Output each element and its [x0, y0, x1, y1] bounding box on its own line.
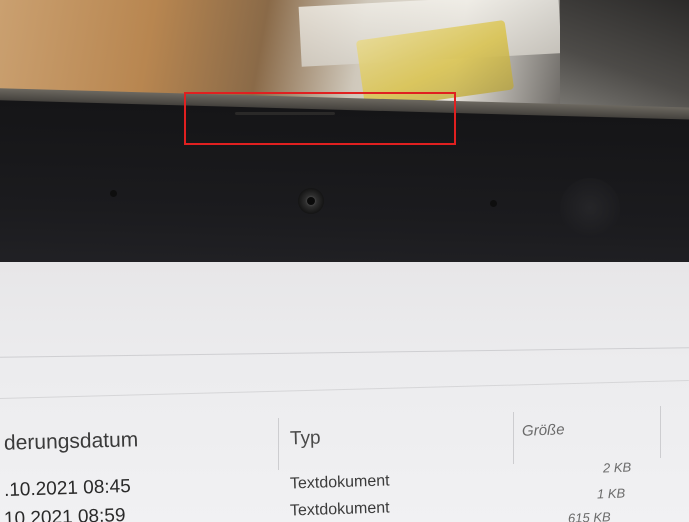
webcam-lens	[307, 197, 315, 205]
row-size: 2 KB	[602, 459, 632, 476]
column-header-type[interactable]: Typ	[290, 428, 321, 451]
row-date: .10.2021 08:45	[3, 476, 132, 501]
column-separator[interactable]	[278, 418, 279, 470]
row-date: 10.2021 08:59	[3, 505, 126, 522]
row-type: Textdokument	[289, 472, 390, 493]
highlight-box	[184, 92, 456, 145]
webcam-icon	[298, 188, 324, 214]
ir-sensor	[490, 200, 497, 207]
row-size: 1 KB	[596, 485, 626, 502]
lens-reflection	[560, 178, 620, 238]
column-separator[interactable]	[513, 412, 514, 464]
row-size: 615 KB	[567, 509, 611, 522]
column-separator[interactable]	[660, 406, 661, 458]
column-header-size[interactable]: Größe	[522, 421, 565, 439]
column-header-date[interactable]: derungsdatum	[4, 428, 139, 456]
photo-scene: derungsdatum Typ Größe .10.2021 08:45 Te…	[0, 0, 689, 522]
row-type: Textdokument	[289, 499, 390, 520]
ir-sensor	[110, 190, 117, 197]
dark-object	[560, 0, 689, 110]
